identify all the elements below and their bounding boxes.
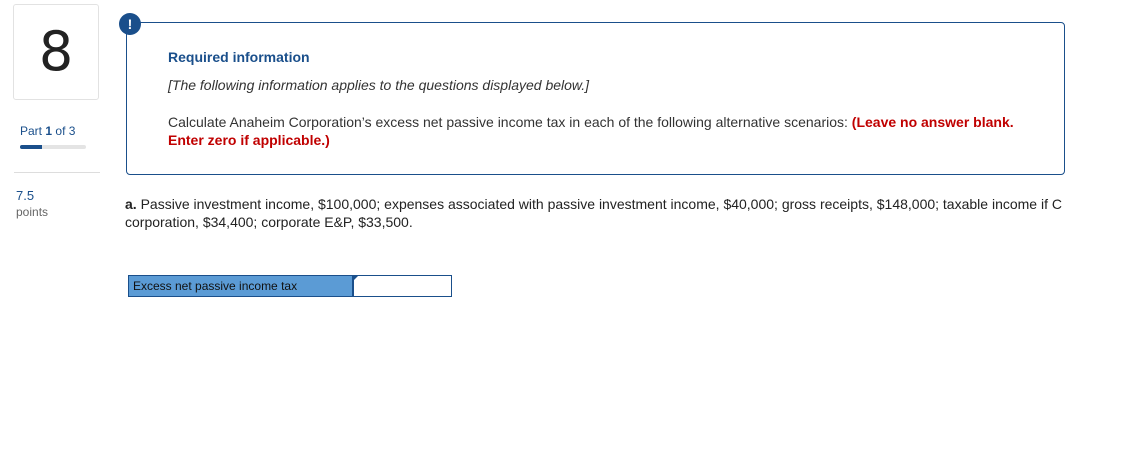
input-flag-icon (352, 276, 358, 282)
question-number: 8 (38, 20, 74, 83)
info-instruction: Calculate Anaheim Corporation’s excess n… (168, 113, 1028, 149)
part-indicator: Part 1 of 3 (20, 124, 75, 138)
required-information-panel: Required information [The following info… (126, 22, 1065, 175)
sidebar-divider (14, 172, 100, 173)
scenario-text: a. Passive investment income, $100,000; … (125, 195, 1085, 231)
part-of: of 3 (55, 124, 76, 138)
part-current: 1 (45, 124, 53, 138)
alert-icon: ! (119, 13, 141, 35)
part-progress-fill (20, 145, 42, 149)
part-label: Part (20, 124, 43, 138)
answer-row: Excess net passive income tax (128, 275, 452, 297)
instruction-text: Calculate Anaheim Corporation’s excess n… (168, 114, 848, 130)
answer-label: Excess net passive income tax (129, 276, 352, 296)
points-label: points (16, 205, 49, 219)
info-title: Required information (168, 49, 310, 65)
info-note: [The following information applies to th… (168, 77, 590, 93)
part-progress-bar (20, 145, 86, 149)
question-number-box: 8 (13, 4, 99, 100)
scenario-body: Passive investment income, $100,000; exp… (125, 196, 1062, 230)
scenario-lead: a. (125, 196, 137, 212)
excess-net-passive-income-tax-input[interactable] (352, 276, 451, 296)
points-value: 7.5 (16, 188, 35, 203)
